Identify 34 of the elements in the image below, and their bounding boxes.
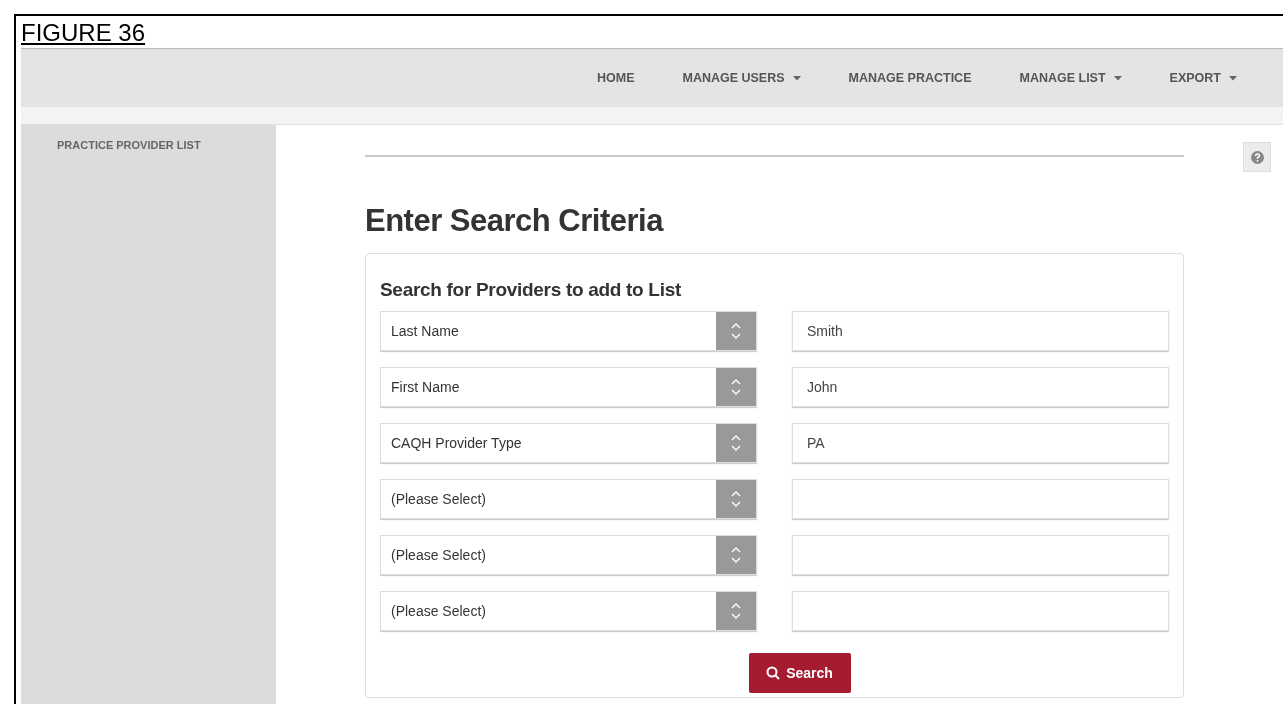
nav-link[interactable]: MANAGE USERS [682, 68, 801, 88]
field-select[interactable]: Last Name [380, 311, 757, 351]
nav-link[interactable]: EXPORT [1169, 68, 1237, 88]
caret-icon [792, 75, 801, 81]
value-field[interactable] [792, 535, 1169, 575]
search-icon [766, 666, 781, 680]
nav-link[interactable]: MANAGE LIST [1019, 68, 1122, 88]
nav-link[interactable]: HOME [596, 68, 635, 88]
help-icon [1250, 150, 1264, 164]
search-button[interactable]: Search [748, 653, 851, 693]
value-field[interactable] [792, 591, 1169, 631]
select-arrows-icon [716, 592, 756, 630]
caret-icon [1113, 75, 1122, 81]
value-field[interactable]: PA [792, 423, 1169, 463]
field-select[interactable]: (Please Select) [380, 535, 757, 575]
select-arrows-icon [716, 424, 756, 462]
field-select[interactable]: (Please Select) [380, 479, 757, 519]
select-arrows-icon [716, 480, 756, 518]
nav-link[interactable]: MANAGE PRACTICE [848, 68, 972, 88]
sidebar-item[interactable]: PRACTICE PROVIDER LIST [57, 137, 276, 154]
value-field[interactable]: Smith [792, 311, 1169, 351]
field-select[interactable]: CAQH Provider Type [380, 423, 757, 463]
caret-icon [1229, 75, 1237, 81]
help-button[interactable] [1243, 142, 1271, 172]
value-field[interactable]: John [792, 367, 1169, 407]
select-arrows-icon [716, 368, 756, 406]
select-arrows-icon [716, 536, 756, 574]
card-title: Search for Providers to add to List [380, 278, 682, 302]
value-field[interactable] [792, 479, 1169, 519]
field-select[interactable]: (Please Select) [380, 591, 757, 631]
select-arrows-icon [716, 312, 756, 350]
figure-title: FIGURE 36 [21, 19, 146, 47]
page-heading: Enter Search Criteria [365, 202, 665, 240]
field-select[interactable]: First Name [380, 367, 757, 407]
